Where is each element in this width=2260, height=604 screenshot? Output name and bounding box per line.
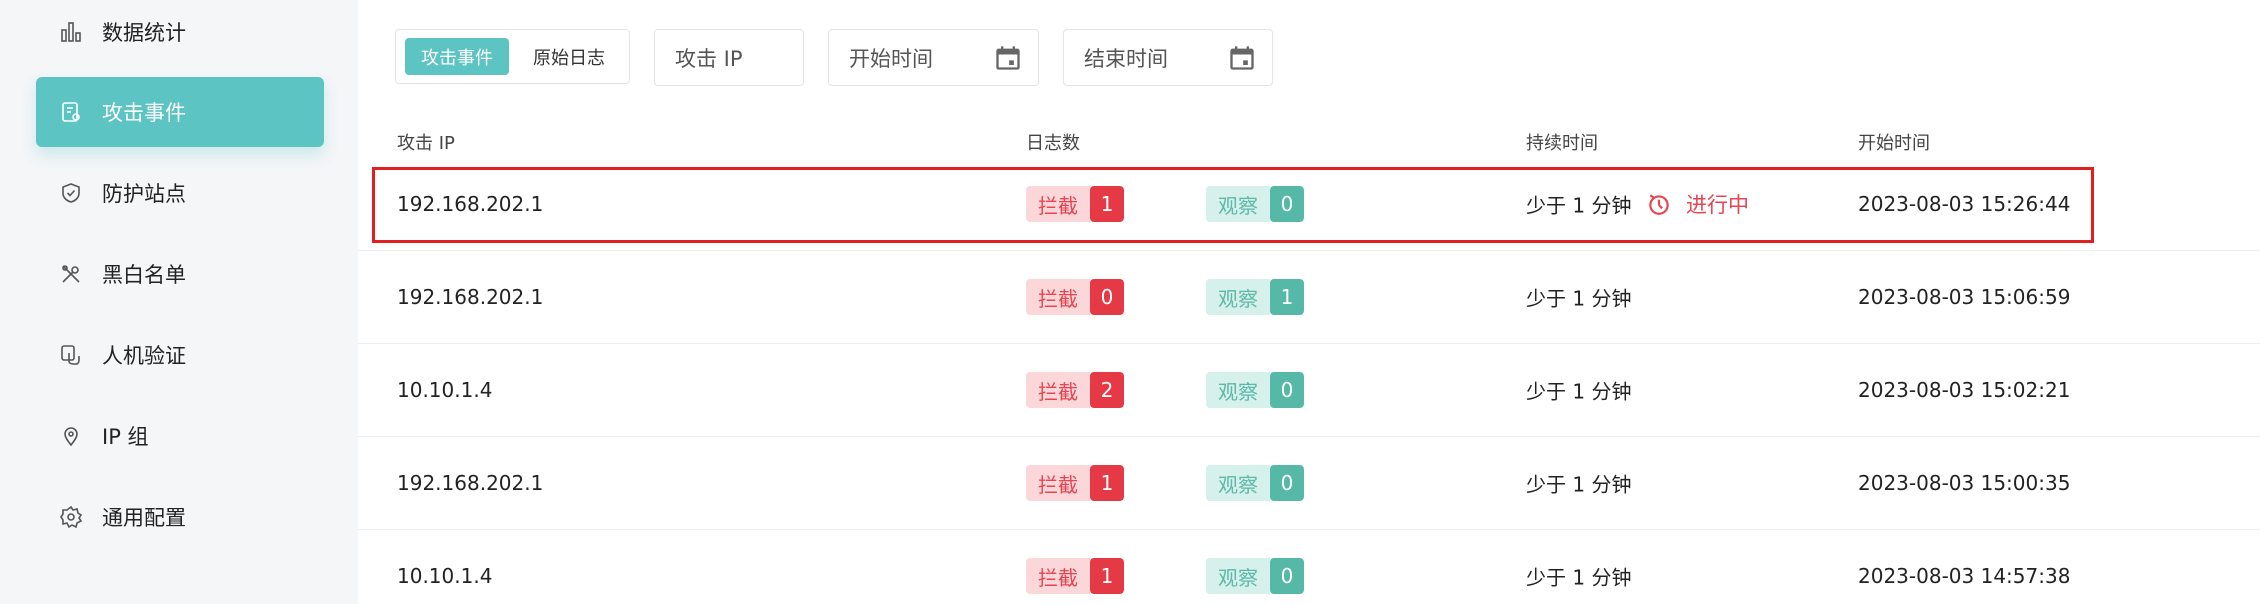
attack-ip-input[interactable]: 攻击 IP	[654, 29, 804, 86]
table-header: 攻击 IP 日志数 持续时间 开始时间	[358, 120, 2260, 160]
column-header-duration: 持续时间	[1526, 133, 1598, 154]
sidebar-item-label: 通用配置	[102, 506, 186, 530]
cell-ip: 192.168.202.1	[397, 285, 544, 309]
location-pin-icon	[58, 423, 84, 449]
bar-chart-icon	[58, 19, 84, 45]
sidebar-item-blackwhite-list[interactable]: 黑白名单	[36, 239, 324, 309]
cell-duration: 少于 1 分钟	[1526, 379, 1632, 404]
table-row[interactable]: 10.10.1.4 拦截 2 观察 0 少于 1 分钟 2023-08-03 1…	[358, 344, 2260, 436]
observe-count-badge: 观察 0	[1206, 558, 1304, 594]
cell-duration: 少于 1 分钟	[1526, 286, 1632, 311]
start-time-placeholder: 开始时间	[849, 46, 933, 71]
block-count-badge: 拦截 1	[1026, 186, 1124, 222]
cell-duration: 少于 1 分钟	[1526, 472, 1632, 497]
status-in-progress: 进行中	[1646, 189, 1749, 219]
sidebar-item-statistics[interactable]: 数据统计	[36, 0, 324, 67]
tab-attack-events[interactable]: 攻击事件	[405, 38, 509, 75]
observe-count: 1	[1270, 279, 1304, 315]
cell-ip: 192.168.202.1	[397, 471, 544, 495]
gear-icon	[58, 504, 84, 530]
block-count: 1	[1090, 186, 1124, 222]
attack-ip-placeholder: 攻击 IP	[675, 46, 743, 71]
event-document-icon	[58, 99, 84, 125]
sidebar-item-label: 数据统计	[102, 21, 186, 45]
start-time-picker[interactable]: 开始时间	[828, 29, 1039, 86]
sidebar-item-captcha[interactable]: 人机验证	[36, 320, 324, 390]
block-count-badge: 拦截 2	[1026, 372, 1124, 408]
cell-start-time: 2023-08-03 15:02:21	[1858, 378, 2071, 402]
observe-label: 观察	[1206, 465, 1270, 501]
observe-count: 0	[1270, 465, 1304, 501]
block-label: 拦截	[1026, 186, 1090, 222]
observe-label: 观察	[1206, 186, 1270, 222]
block-label: 拦截	[1026, 465, 1090, 501]
cell-ip: 10.10.1.4	[397, 564, 493, 588]
block-count: 1	[1090, 558, 1124, 594]
observe-label: 观察	[1206, 558, 1270, 594]
table-row[interactable]: 192.168.202.1 拦截 1 观察 0 少于 1 分钟 2023-08-…	[358, 437, 2260, 529]
cell-start-time: 2023-08-03 14:57:38	[1858, 564, 2071, 588]
block-label: 拦截	[1026, 558, 1090, 594]
observe-count: 0	[1270, 558, 1304, 594]
observe-label: 观察	[1206, 279, 1270, 315]
column-header-logs: 日志数	[1026, 133, 1080, 154]
tools-icon	[58, 261, 84, 287]
cell-start-time: 2023-08-03 15:26:44	[1858, 192, 2071, 216]
cell-duration: 少于 1 分钟	[1526, 193, 1632, 218]
shield-icon	[58, 180, 84, 206]
block-count-badge: 拦截 1	[1026, 465, 1124, 501]
column-header-start: 开始时间	[1858, 133, 1930, 154]
block-count-badge: 拦截 0	[1026, 279, 1124, 315]
block-count: 2	[1090, 372, 1124, 408]
block-label: 拦截	[1026, 279, 1090, 315]
sidebar-item-label: 黑白名单	[102, 263, 186, 287]
cell-duration: 少于 1 分钟	[1526, 565, 1632, 590]
alarm-clock-icon	[1649, 194, 1669, 215]
block-count-badge: 拦截 1	[1026, 558, 1124, 594]
table-row[interactable]: 10.10.1.4 拦截 1 观察 0 少于 1 分钟 2023-08-03 1…	[358, 530, 2260, 604]
sidebar-item-label: 攻击事件	[102, 101, 186, 125]
cell-ip: 10.10.1.4	[397, 378, 493, 402]
observe-label: 观察	[1206, 372, 1270, 408]
cell-ip: 192.168.202.1	[397, 192, 544, 216]
observe-count: 0	[1270, 372, 1304, 408]
sidebar-item-general-settings[interactable]: 通用配置	[36, 482, 324, 552]
calendar-icon	[996, 46, 1020, 70]
end-time-picker[interactable]: 结束时间	[1063, 29, 1273, 86]
block-count: 0	[1090, 279, 1124, 315]
table-row[interactable]: 192.168.202.1 拦截 1 观察 0 少于 1 分钟 进行中 2023…	[358, 158, 2260, 250]
sidebar: 数据统计 攻击事件 防护站点 黑白名单 人机验证 IP 组 通用配置	[0, 0, 358, 604]
observe-count-badge: 观察 1	[1206, 279, 1304, 315]
block-count: 1	[1090, 465, 1124, 501]
cell-start-time: 2023-08-03 15:00:35	[1858, 471, 2071, 495]
view-toggle: 攻击事件 原始日志	[395, 29, 630, 84]
sidebar-item-label: 防护站点	[102, 182, 186, 206]
calendar-icon	[1230, 46, 1254, 70]
observe-count: 0	[1270, 186, 1304, 222]
tab-raw-logs[interactable]: 原始日志	[516, 38, 622, 75]
observe-count-badge: 观察 0	[1206, 186, 1304, 222]
block-label: 拦截	[1026, 372, 1090, 408]
sidebar-item-label: 人机验证	[102, 344, 186, 368]
observe-count-badge: 观察 0	[1206, 372, 1304, 408]
status-text: 进行中	[1686, 193, 1749, 217]
cell-start-time: 2023-08-03 15:06:59	[1858, 285, 2071, 309]
sidebar-item-attack-events[interactable]: 攻击事件	[36, 77, 324, 147]
column-header-ip: 攻击 IP	[397, 133, 455, 154]
table-row[interactable]: 192.168.202.1 拦截 0 观察 1 少于 1 分钟 2023-08-…	[358, 251, 2260, 343]
sidebar-item-label: IP 组	[102, 425, 149, 449]
verify-hand-icon	[58, 342, 84, 368]
observe-count-badge: 观察 0	[1206, 465, 1304, 501]
sidebar-item-ip-group[interactable]: IP 组	[36, 401, 324, 471]
sidebar-item-protected-sites[interactable]: 防护站点	[36, 158, 324, 228]
end-time-placeholder: 结束时间	[1084, 46, 1168, 71]
